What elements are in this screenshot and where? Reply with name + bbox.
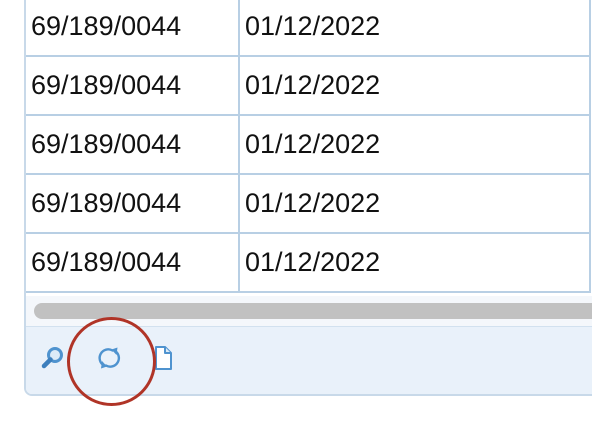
cell-date: 01/12/2022	[238, 173, 591, 234]
cell-code: 69/189/0044	[26, 232, 240, 293]
search-button[interactable]	[40, 345, 66, 371]
pager-toolbar	[26, 326, 592, 394]
document-icon	[155, 346, 172, 370]
document-button[interactable]	[150, 345, 176, 371]
cell-date: 01/12/2022	[238, 0, 591, 57]
table-row[interactable]: 69/189/0044 01/12/2022	[26, 0, 591, 57]
table-row[interactable]: 69/189/0044 01/12/2022	[26, 173, 591, 234]
search-icon	[41, 347, 63, 369]
cell-code: 69/189/0044	[26, 173, 240, 234]
cell-code: 69/189/0044	[26, 0, 240, 57]
grid-table: 69/189/0044 01/12/2022 69/189/0044 01/12…	[26, 0, 591, 293]
cell-date: 01/12/2022	[238, 232, 591, 293]
horizontal-scrollbar[interactable]	[26, 296, 592, 326]
cell-code: 69/189/0044	[26, 55, 240, 116]
data-grid: 69/189/0044 01/12/2022 69/189/0044 01/12…	[24, 0, 592, 396]
cell-code: 69/189/0044	[26, 114, 240, 175]
table-row[interactable]: 69/189/0044 01/12/2022	[26, 114, 591, 175]
refresh-icon	[98, 347, 121, 369]
table-row[interactable]: 69/189/0044 01/12/2022	[26, 55, 591, 116]
scrollbar-thumb[interactable]	[34, 303, 592, 319]
cell-date: 01/12/2022	[238, 114, 591, 175]
table-row[interactable]: 69/189/0044 01/12/2022	[26, 232, 591, 293]
cell-date: 01/12/2022	[238, 55, 591, 116]
refresh-button[interactable]	[96, 345, 122, 371]
